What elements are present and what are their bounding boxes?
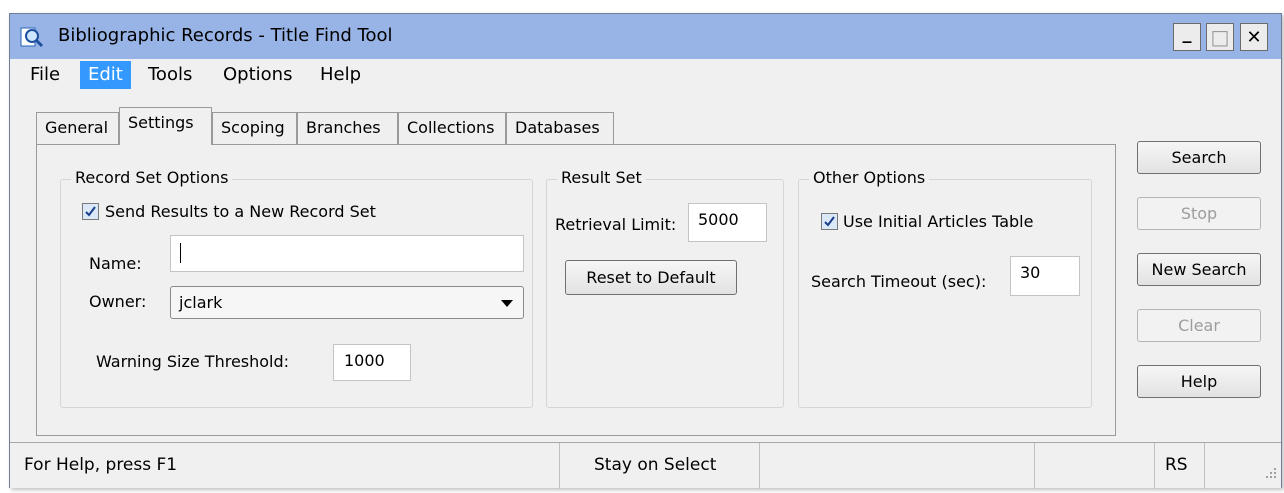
status-help-text: For Help, press F1 (24, 455, 178, 475)
minimize-icon: _ (1182, 22, 1192, 44)
help-button-label: Help (1180, 372, 1218, 391)
new-search-button[interactable]: New Search (1137, 253, 1261, 286)
maximize-button[interactable]: □ (1206, 23, 1234, 51)
menu-options[interactable]: Options (215, 61, 300, 89)
tab-collections[interactable]: Collections (398, 112, 506, 144)
result-set-title: Result Set (557, 168, 646, 187)
status-user-text: RS (1165, 455, 1188, 475)
name-label: Name: (89, 254, 142, 273)
result-set-group: Result Set Retrieval Limit: 5000 Reset t… (546, 168, 784, 408)
window-title: Bibliographic Records - Title Find Tool (58, 25, 393, 46)
status-mode-text: Stay on Select (594, 455, 717, 475)
other-options-group: Other Options Use Initial Articles Table… (798, 168, 1092, 408)
help-button[interactable]: Help (1137, 365, 1261, 398)
status-bar: For Help, press F1 Stay on Select RS (10, 442, 1281, 489)
other-options-title: Other Options (809, 168, 930, 187)
menu-bar: File Edit Tools Options Help (10, 59, 1281, 91)
retrieval-limit-input[interactable]: 5000 (688, 203, 767, 242)
record-set-options-title: Record Set Options (71, 168, 233, 187)
send-results-checkbox[interactable] (82, 203, 99, 220)
menu-edit[interactable]: Edit (80, 61, 131, 89)
send-results-label[interactable]: Send Results to a New Record Set (105, 202, 376, 221)
menu-file[interactable]: File (22, 61, 68, 89)
stop-button-label: Stop (1180, 204, 1218, 223)
retrieval-limit-label: Retrieval Limit: (555, 215, 677, 234)
initial-articles-label[interactable]: Use Initial Articles Table (843, 212, 1033, 231)
tab-general[interactable]: General (36, 112, 119, 144)
tab-databases[interactable]: Databases (506, 112, 614, 144)
menu-help[interactable]: Help (312, 61, 369, 89)
initial-articles-checkbox[interactable] (821, 213, 838, 230)
app-window: Bibliographic Records - Title Find Tool … (9, 13, 1282, 489)
status-help-pane: For Help, press F1 (10, 443, 560, 489)
owner-select[interactable]: jclark (170, 286, 524, 319)
owner-label: Owner: (89, 292, 147, 311)
menu-tools[interactable]: Tools (140, 61, 200, 89)
search-button[interactable]: Search (1137, 141, 1261, 174)
reset-to-default-button[interactable]: Reset to Default (565, 260, 737, 295)
owner-value: jclark (179, 293, 223, 312)
title-bar[interactable]: Bibliographic Records - Title Find Tool … (10, 14, 1281, 59)
minimize-button[interactable]: _ (1173, 23, 1201, 51)
app-search-icon (20, 25, 44, 49)
tab-settings[interactable]: Settings (119, 107, 212, 145)
text-caret (180, 242, 181, 263)
close-icon: ✕ (1246, 26, 1262, 48)
search-button-label: Search (1171, 148, 1227, 167)
tab-branches[interactable]: Branches (297, 112, 398, 144)
settings-panel: Record Set Options Send Results to a New… (36, 144, 1116, 436)
checkmark-icon (824, 216, 835, 227)
status-user-pane: RS (1155, 443, 1205, 489)
resize-grip-icon[interactable] (1263, 464, 1277, 484)
close-button[interactable]: ✕ (1240, 23, 1268, 51)
status-empty-pane (760, 443, 1035, 489)
retrieval-limit-value: 5000 (698, 210, 739, 229)
warning-threshold-value: 1000 (344, 351, 385, 370)
clear-button[interactable]: Clear (1137, 309, 1261, 342)
status-mode-pane: Stay on Select (560, 443, 760, 489)
maximize-icon: □ (1210, 25, 1230, 49)
checkmark-icon (85, 206, 96, 217)
stop-button[interactable]: Stop (1137, 197, 1261, 230)
name-input[interactable] (170, 235, 524, 272)
record-set-options-group: Record Set Options Send Results to a New… (60, 168, 533, 408)
clear-button-label: Clear (1178, 316, 1220, 335)
search-timeout-value: 30 (1020, 263, 1041, 282)
status-empty-pane-2 (1035, 443, 1155, 489)
warning-threshold-label: Warning Size Threshold: (96, 352, 290, 371)
warning-threshold-input[interactable]: 1000 (333, 344, 411, 381)
tab-scoping[interactable]: Scoping (212, 112, 297, 144)
search-timeout-input[interactable]: 30 (1010, 256, 1080, 296)
reset-to-default-label: Reset to Default (586, 268, 716, 287)
new-search-button-label: New Search (1151, 260, 1247, 279)
dropdown-arrow-icon (501, 300, 513, 307)
search-timeout-label: Search Timeout (sec): (811, 272, 987, 291)
